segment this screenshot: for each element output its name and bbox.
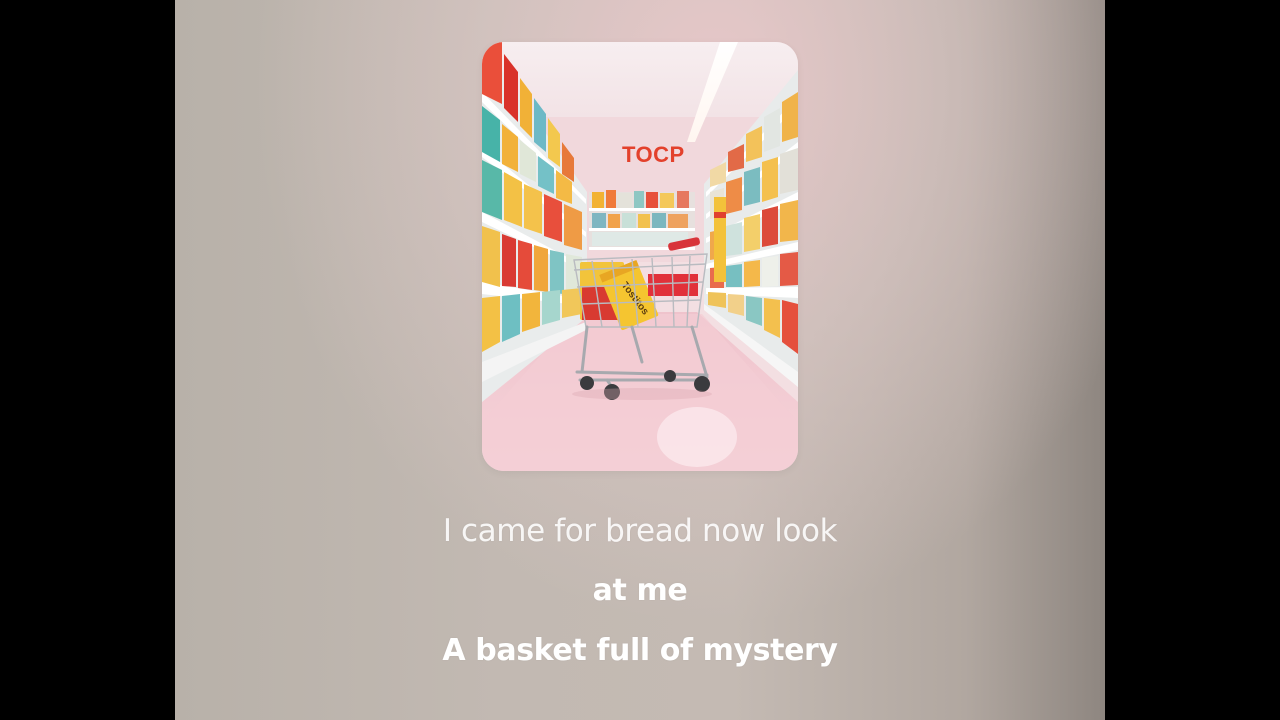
supermarket-aisle-image: TOCP Tostitos (482, 42, 798, 471)
lyrics-stage: TOCP Tostitos I came for bread now look … (175, 0, 1105, 720)
lyric-line-next: A basket full of mystery (442, 633, 838, 668)
video-screen: TOCP Tostitos I came for bread now look … (0, 0, 1280, 720)
lyrics-block: I came for bread now look at me A basket… (175, 508, 1105, 688)
cart-wheel (694, 376, 710, 392)
store-sign: TOCP (622, 142, 685, 167)
lyric-line-current: at me (592, 573, 688, 608)
cart-wheel (580, 376, 594, 390)
lyric-line-previous: I came for bread now look (442, 513, 838, 549)
album-artwork: TOCP Tostitos (482, 42, 798, 471)
cart-wheel (664, 370, 676, 382)
